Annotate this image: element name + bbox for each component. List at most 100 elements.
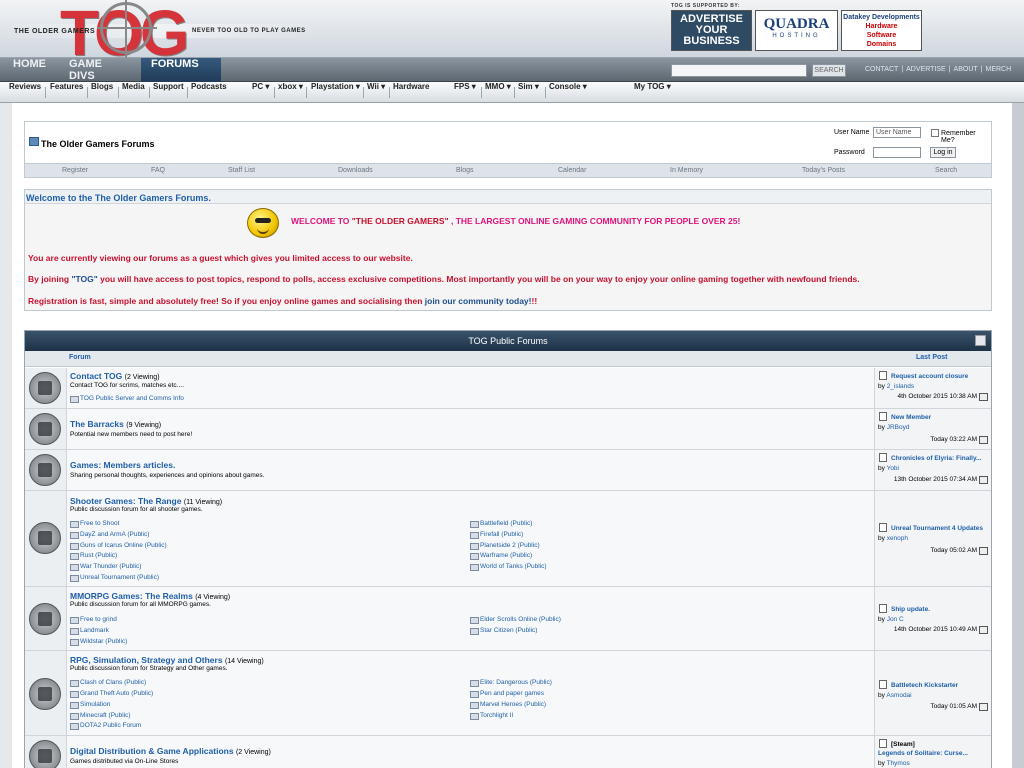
subforum-link[interactable]: Wildstar (Public) [70,638,127,646]
subforum-link[interactable]: Free to Shoot [70,520,119,528]
subforum-link[interactable]: Warframe (Public) [470,552,532,560]
remember-me-checkbox[interactable] [931,129,939,137]
link-advertise[interactable]: ADVERTISE [903,66,949,73]
last-post-title[interactable]: Chronicles of Elyria: Finally... [891,455,982,462]
subforum-link[interactable]: Firefall (Public) [470,531,523,539]
last-post-user[interactable]: Asmodai [886,692,911,699]
advertise-banner[interactable]: ADVERTISE YOUR BUSINESS [671,10,752,51]
subnav-fps[interactable]: FPS ▾ [452,82,478,103]
last-post-title[interactable]: New Member [891,414,931,421]
login-button[interactable]: Log in [930,147,956,158]
last-post-date[interactable]: Today 03:22 AM [930,436,988,444]
subnav-pc[interactable]: PC ▾ [250,82,271,103]
last-post-date[interactable]: Today 01:05 AM [930,703,988,711]
subforum-link[interactable]: Rust (Public) [70,552,117,560]
last-post-user[interactable]: xenoph [887,535,908,542]
subnav-playstation[interactable]: Playstation ▾ [309,82,362,103]
nav-todays-posts[interactable]: Today's Posts [802,167,845,174]
link-merch[interactable]: MERCH [982,66,1014,73]
last-post-date[interactable]: Today 05:02 AM [930,547,988,555]
subnav-support[interactable]: Support [151,82,186,103]
forum-title[interactable]: MMORPG Games: The Realms (4 Viewing) [70,591,230,601]
subnav-hardware[interactable]: Hardware [391,82,431,103]
subforum-link[interactable]: TOG Public Server and Comms Info [70,395,184,403]
subforum-link[interactable]: Elite: Dangerous (Public) [470,679,552,687]
subnav-xbox[interactable]: xbox ▾ [276,82,305,103]
search-button[interactable]: SEARCH [812,64,846,77]
subforum-link[interactable]: World of Tanks (Public) [470,563,547,571]
subforum-link[interactable]: Grand Theft Auto (Public) [70,690,153,698]
tab-game-divs[interactable]: GAME DIVS [59,58,139,82]
subnav-wii[interactable]: Wii ▾ [365,82,387,103]
subnav-blogs[interactable]: Blogs [89,82,115,103]
subnav-console[interactable]: Console ▾ [547,82,589,103]
nav-register[interactable]: Register [62,167,88,174]
site-logo[interactable]: TOG THE OLDER GAMERS NEVER TOO OLD TO PL… [0,0,320,58]
subforum-link[interactable]: Free to grind [70,616,117,624]
nav-calendar[interactable]: Calendar [558,167,586,174]
subforum-link[interactable]: Guns of Icarus Online (Public) [70,542,167,550]
subforum-link[interactable]: Marvel Heroes (Public) [470,701,546,709]
subforum-link[interactable]: Torchlight II [470,712,513,720]
subnav-mmo[interactable]: MMO ▾ [483,82,513,103]
subforum-link[interactable]: War Thunder (Public) [70,563,141,571]
subnav-media[interactable]: Media [120,82,147,103]
last-post-user[interactable]: 2_islands [887,383,914,390]
join-link[interactable]: join our community today! [425,296,532,306]
forum-title[interactable]: The Barracks (9 Viewing) [70,419,161,429]
quadra-hosting-banner[interactable]: QUADRA HOSTING [755,10,838,51]
subforum-link[interactable]: DOTA2 Public Forum [70,722,141,730]
subforum-link[interactable]: Clash of Clans (Public) [70,679,146,687]
search-input[interactable] [671,64,807,77]
subnav-podcasts[interactable]: Podcasts [189,82,229,103]
password-input[interactable] [873,147,921,158]
last-post-title[interactable]: Legends of Solitaire: Curse... [878,750,968,757]
collapse-icon[interactable] [975,335,986,346]
subforum-link[interactable]: Elder Scrolls Online (Public) [470,616,561,624]
breadcrumb-title[interactable]: The Older Gamers Forums [41,139,155,149]
forum-title[interactable]: Shooter Games: The Range (11 Viewing) [70,496,222,506]
nav-blogs[interactable]: Blogs [456,167,474,174]
scrollbar[interactable] [1012,103,1024,768]
last-post-date[interactable]: 14th October 2015 10:49 AM [894,626,989,634]
tab-home[interactable]: HOME [3,58,55,82]
subforum-link[interactable]: Battlefield (Public) [470,520,532,528]
subforum-link[interactable]: Minecraft (Public) [70,712,131,720]
subnav-sim[interactable]: Sim ▾ [516,82,541,103]
forum-title[interactable]: Contact TOG (2 Viewing) [70,371,160,381]
forum-title[interactable]: Digital Distribution & Game Applications… [70,746,271,756]
subforum-link[interactable]: DayZ and ArmA (Public) [70,531,149,539]
last-post-title[interactable]: Request account closure [891,373,968,380]
nav-in-memory[interactable]: In Memory [670,167,703,174]
subforum-link[interactable]: Star Citizen (Public) [470,627,537,635]
subforum-link[interactable]: Unreal Tournament (Public) [70,574,159,582]
subforum-link[interactable]: Planetside 2 (Public) [470,542,540,550]
last-post-date[interactable]: 13th October 2015 07:34 AM [894,476,989,484]
link-about[interactable]: ABOUT [951,66,981,73]
last-post-title[interactable]: Ship update. [891,606,930,613]
subforum-link[interactable]: Pen and paper games [470,690,544,698]
last-post-title[interactable]: Battletech Kickstarter [891,682,958,689]
tab-forums[interactable]: FORUMS [141,58,221,82]
link-contact[interactable]: CONTACT [862,66,901,73]
nav-search[interactable]: Search [935,167,957,174]
subnav-reviews[interactable]: Reviews [7,82,43,103]
last-post-date[interactable]: 4th October 2015 10:38 AM [898,393,989,401]
username-input[interactable]: User Name [873,127,921,138]
nav-faq[interactable]: FAQ [151,167,165,174]
last-post-user[interactable]: JRBoyd [887,424,910,431]
subforum-link[interactable]: Simulation [70,701,110,709]
forum-home-icon[interactable] [29,137,39,146]
datakey-banner[interactable]: Datakey Developments Hardware Software D… [841,10,922,51]
last-post-user[interactable]: Yobi [887,465,899,472]
last-post-user[interactable]: Jon C [887,616,904,623]
forum-title[interactable]: Games: Members articles. [70,460,175,470]
nav-staff-list[interactable]: Staff List [228,167,255,174]
subforum-link[interactable]: Landmark [70,627,109,635]
subnav-my-tog[interactable]: My TOG ▾ [632,82,673,103]
forum-title[interactable]: RPG, Simulation, Strategy and Others (14… [70,655,264,665]
last-post-user[interactable]: Thymos [887,760,910,767]
subnav-features[interactable]: Features [48,82,85,103]
nav-downloads[interactable]: Downloads [338,167,373,174]
last-post-title[interactable]: Unreal Tournament 4 Updates [891,525,983,532]
